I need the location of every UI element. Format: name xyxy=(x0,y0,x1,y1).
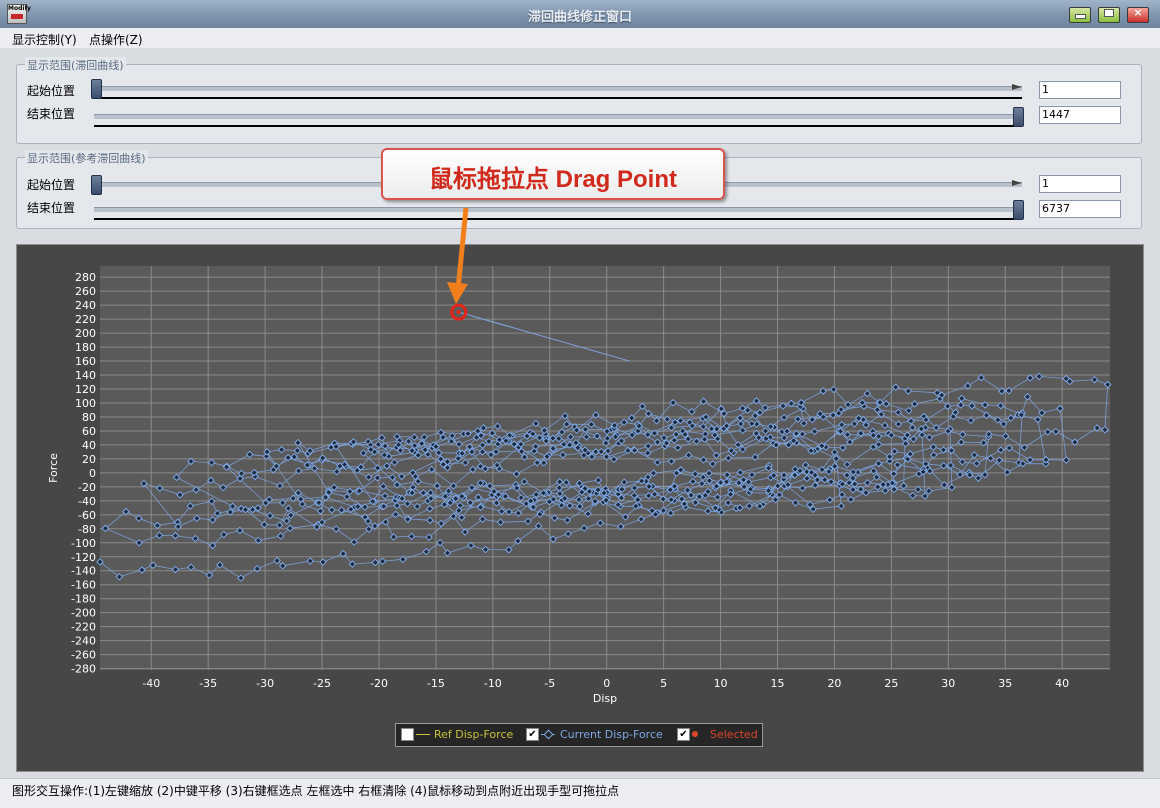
slider-end-arrow-icon xyxy=(1012,84,1022,90)
y-tick-label: -60 xyxy=(78,509,96,522)
y-tick-label: -220 xyxy=(71,621,96,634)
y-tick-label: 280 xyxy=(75,271,96,284)
end-slider-thumb[interactable] xyxy=(1013,200,1024,220)
plot-area xyxy=(100,266,1110,670)
y-tick-label: -120 xyxy=(71,551,96,564)
start-slider-underline xyxy=(94,97,1022,99)
y-tick-label: -160 xyxy=(71,579,96,592)
y-tick-label: 100 xyxy=(75,397,96,410)
x-tick-label: 35 xyxy=(998,677,1012,690)
end-slider-thumb[interactable] xyxy=(1013,107,1024,127)
end-slider-underline xyxy=(94,218,1022,220)
menu-display-control[interactable]: 显示控制(Y) xyxy=(12,31,77,48)
start-label: 起始位置 xyxy=(27,84,76,98)
x-tick-label: 10 xyxy=(714,677,728,690)
legend-selected-marker-icon xyxy=(692,731,698,737)
y-tick-label: -260 xyxy=(71,649,96,662)
end-slider-track[interactable] xyxy=(94,207,1022,212)
legend-ref-label: Ref Disp-Force xyxy=(434,728,514,741)
drag-point-callout: 鼠标拖拉点 Drag Point xyxy=(381,148,725,200)
x-tick-label: 40 xyxy=(1055,677,1069,690)
end-slider-track[interactable] xyxy=(94,114,1022,119)
x-tick-label: 15 xyxy=(771,677,785,690)
end-label: 结束位置 xyxy=(27,201,76,215)
x-tick-label: -5 xyxy=(544,677,555,690)
menu-point-operation[interactable]: 点操作(Z) xyxy=(89,31,143,48)
start-slider-track[interactable] xyxy=(94,86,1022,91)
status-bar: 图形交互操作:(1)左键缩放 (2)中键平移 (3)右键框选点 左框选中 右框清… xyxy=(0,778,1160,808)
x-tick-label: 0 xyxy=(603,677,610,690)
y-tick-label: 0 xyxy=(89,467,96,480)
y-tick-label: 60 xyxy=(82,425,96,438)
y-tick-label: 240 xyxy=(75,299,96,312)
legend-current-label: Current Disp-Force xyxy=(560,728,663,741)
y-tick-label: 260 xyxy=(75,285,96,298)
x-tick-label: 25 xyxy=(884,677,898,690)
x-tick-label: -10 xyxy=(484,677,502,690)
legend-selected-label: Selected xyxy=(710,728,758,741)
y-tick-label: 120 xyxy=(75,383,96,396)
y-tick-label: 220 xyxy=(75,313,96,326)
y-tick-label: -200 xyxy=(71,607,96,620)
x-tick-label: -25 xyxy=(313,677,331,690)
selected-point-core xyxy=(456,309,461,315)
legend-ref-checkbox[interactable] xyxy=(401,728,414,741)
y-tick-label: -80 xyxy=(78,523,96,536)
y-tick-label: -40 xyxy=(78,495,96,508)
y-tick-label: 140 xyxy=(75,369,96,382)
y-tick-label: 200 xyxy=(75,327,96,340)
y-tick-label: 40 xyxy=(82,439,96,452)
y-axis-label: Force xyxy=(47,453,60,483)
end-label: 结束位置 xyxy=(27,107,76,121)
x-tick-label: 30 xyxy=(941,677,955,690)
x-tick-label: 5 xyxy=(660,677,667,690)
x-tick-label: 20 xyxy=(827,677,841,690)
group-title: 显示范围(滞回曲线) xyxy=(25,57,126,73)
y-tick-label: 180 xyxy=(75,341,96,354)
end-position-input[interactable]: 1447 xyxy=(1039,106,1121,124)
y-tick-label: 20 xyxy=(82,453,96,466)
end-position-input[interactable]: 6737 xyxy=(1039,200,1121,218)
menu-bar: 显示控制(Y) 点操作(Z) xyxy=(0,28,1160,48)
legend-selected-checkbox[interactable]: ✔ xyxy=(677,728,690,741)
start-position-input[interactable]: 1 xyxy=(1039,175,1121,193)
status-text: 图形交互操作:(1)左键缩放 (2)中键平移 (3)右键框选点 左框选中 右框清… xyxy=(12,784,620,798)
hysteresis-chart[interactable]: -40 -35 -30 -25 -20 -15 -10 -5 0 5 10 15 20 25 30 35 402… xyxy=(17,245,1143,771)
minimize-button[interactable] xyxy=(1069,7,1091,23)
x-tick-label: -30 xyxy=(256,677,274,690)
legend-ref-line xyxy=(416,734,430,735)
y-tick-label: -20 xyxy=(78,481,96,494)
end-slider-underline xyxy=(94,125,1022,127)
legend-current-checkbox[interactable]: ✔ xyxy=(526,728,539,741)
title-bar[interactable]: Modify 滞回曲线修正窗口 × xyxy=(0,0,1160,29)
plot-panel[interactable]: -40 -35 -30 -25 -20 -15 -10 -5 0 5 10 15 20 25 30 35 40 2… xyxy=(16,244,1144,772)
x-tick-label: -20 xyxy=(370,677,388,690)
slider-end-arrow-icon xyxy=(1012,180,1022,186)
x-tick-label: -15 xyxy=(427,677,445,690)
y-tick-label: 80 xyxy=(82,411,96,424)
x-tick-label: -40 xyxy=(142,677,160,690)
start-slider-thumb[interactable] xyxy=(91,79,102,99)
range-group-hysteresis: 显示范围(滞回曲线) 起始位置 1 结束位置 1447 xyxy=(16,57,1142,144)
window-title: 滞回曲线修正窗口 xyxy=(527,10,632,25)
x-axis-label: Disp xyxy=(593,692,617,705)
y-tick-label: -280 xyxy=(71,663,96,676)
callout-text: 鼠标拖拉点 Drag Point xyxy=(428,166,677,193)
start-position-input[interactable]: 1 xyxy=(1039,81,1121,99)
y-tick-label: -100 xyxy=(71,537,96,550)
y-tick-label: -240 xyxy=(71,635,96,648)
start-label: 起始位置 xyxy=(27,178,76,192)
start-slider-thumb[interactable] xyxy=(91,175,102,195)
maximize-button[interactable] xyxy=(1098,7,1120,23)
x-tick-label: -35 xyxy=(199,677,217,690)
close-button[interactable]: × xyxy=(1127,6,1149,23)
group-title: 显示范围(参考滞回曲线) xyxy=(25,150,148,166)
y-tick-label: 160 xyxy=(75,355,96,368)
y-tick-label: -140 xyxy=(71,565,96,578)
y-tick-label: -180 xyxy=(71,593,96,606)
close-icon: × xyxy=(1133,6,1143,19)
chart-legend: Ref Disp-Force ✔ Current Disp-Force ✔ Se… xyxy=(395,723,763,747)
legend-current-marker-icon xyxy=(543,729,554,740)
